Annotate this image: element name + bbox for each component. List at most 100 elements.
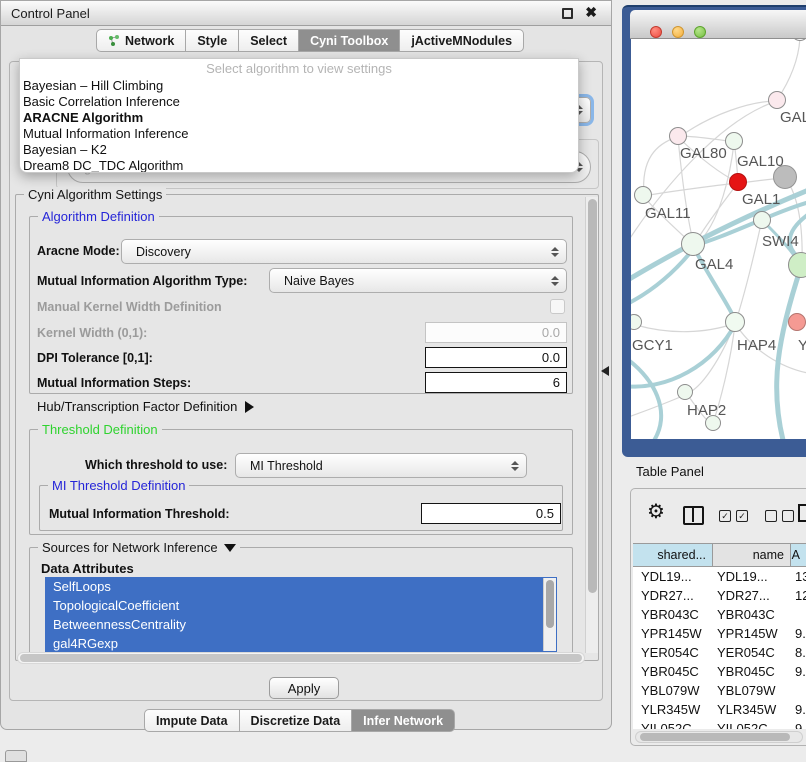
algorithm-option[interactable]: Bayesian – K2 [20,142,578,158]
table-cell: YIL052C [633,721,713,729]
network-node[interactable] [773,165,797,189]
settings-horizontal-scrollbar-thumb[interactable] [20,654,582,662]
close-traffic-light-icon[interactable] [650,26,662,38]
manual-kernel-label: Manual Kernel Width Definition [37,300,222,314]
table-row[interactable]: YPR145WYPR145W9. [633,624,806,643]
tab-infer-network[interactable]: Infer Network [352,709,455,732]
tab-cyni-toolbox[interactable]: Cyni Toolbox [299,29,400,52]
network-node-gal1[interactable] [729,173,747,191]
restore-panel-button[interactable] [5,750,27,762]
network-node[interactable] [788,252,806,278]
algorithm-popup-list: Bayesian – Hill ClimbingBasic Correlatio… [20,78,578,173]
network-node-gal[interactable] [768,91,786,109]
hub-definition-expander[interactable]: Hub/Transcription Factor Definition [37,399,254,414]
mi-threshold-label: Mutual Information Threshold: [49,507,230,521]
network-node[interactable] [791,39,806,41]
network-node-gal11[interactable] [634,186,652,204]
divider-collapse-arrow[interactable] [601,366,609,376]
table-cell: YLR345W [713,702,791,717]
network-node-gal10[interactable] [725,132,743,150]
tab-discretize-data[interactable]: Discretize Data [240,709,353,732]
table-cell: YDR27... [633,588,713,603]
network-node-y[interactable] [788,313,806,331]
table-cell: YER054C [713,645,791,660]
table-row[interactable]: YDL19...YDL19...13 [633,567,806,586]
mi-type-combobox[interactable]: Naive Bayes [269,268,567,293]
table-horizontal-scrollbar[interactable] [635,731,803,743]
network-node-gal4[interactable] [681,232,705,256]
mi-steps-field[interactable]: 6 [425,372,567,393]
apply-button[interactable]: Apply [269,677,339,699]
data-attributes-list[interactable]: SelfLoopsTopologicalCoefficientBetweenne… [45,577,557,652]
settings-vertical-scrollbar-thumb[interactable] [588,199,597,593]
close-icon[interactable]: ✖ [585,4,597,21]
tab-network[interactable]: Network [96,29,186,52]
column-split-icon[interactable] [683,506,704,525]
manual-kernel-checkbox[interactable] [550,299,565,314]
zoom-traffic-light-icon[interactable] [694,26,706,38]
minimize-traffic-light-icon[interactable] [672,26,684,38]
sources-group-title[interactable]: Sources for Network Inference [38,540,240,555]
column-header[interactable]: shared... [633,544,713,566]
attributes-scrollbar-thumb[interactable] [546,580,554,628]
attributes-scrollbar[interactable] [543,578,556,651]
table-row[interactable]: YER054CYER054C8. [633,643,806,662]
tab-jactivemnodules[interactable]: jActiveMNodules [400,29,524,52]
bottom-tabbar: Impute Data Discretize Data Infer Networ… [144,709,455,732]
table-row[interactable]: YLR345WYLR345W9. [633,700,806,719]
table-row[interactable]: YBL079WYBL079W [633,681,806,700]
settings-horizontal-scrollbar[interactable] [17,652,585,664]
table-row[interactable]: YBR045CYBR045C9. [633,662,806,681]
settings-vertical-scrollbar[interactable] [585,197,598,653]
network-node[interactable] [705,415,721,431]
function-builder-icon[interactable] [798,504,806,522]
network-node-swi4[interactable] [753,211,771,229]
tab-select[interactable]: Select [239,29,299,52]
control-panel-titlebar[interactable]: Control Panel ✖ [1,1,611,26]
float-panel-icon[interactable] [562,8,573,19]
node-label: GAL4 [695,256,733,273]
aracne-mode-combobox[interactable]: Discovery [121,239,567,264]
aracne-mode-label: Aracne Mode: [37,244,120,258]
algorithm-option[interactable]: Mutual Information Inference [20,126,578,142]
network-canvas[interactable]: GALGAL80GAL10GAL1GAL11SWI4GAL4GCY1HAP4YH… [631,39,806,439]
data-attribute-item[interactable]: BetweennessCentrality [45,615,557,634]
settings-group-title: Cyni Algorithm Settings [24,187,166,202]
select-all-icon[interactable]: ✓ [736,510,748,522]
table-cell: YDR27... [713,588,791,603]
network-node-gcy1[interactable] [631,314,642,330]
deselect-all-icon[interactable] [765,510,777,522]
which-threshold-combobox[interactable]: MI Threshold [235,453,527,478]
algorithm-option[interactable]: Basic Correlation Inference [20,94,578,110]
sources-title-text: Sources for Network Inference [42,540,218,555]
gear-icon[interactable]: ⚙ [647,502,665,522]
algorithm-option[interactable]: Dream8 DC_TDC Algorithm [20,158,578,173]
kernel-width-field[interactable]: 0.0 [425,322,567,343]
data-attribute-item[interactable]: TopologicalCoefficient [45,596,557,615]
node-label: GAL [780,109,806,126]
select-all-icon[interactable]: ✓ [719,510,731,522]
network-node-hap2[interactable] [677,384,693,400]
table-horizontal-scrollbar-thumb[interactable] [640,733,790,741]
table-row[interactable]: YBR043CYBR043C [633,605,806,624]
collapse-down-icon [224,544,236,552]
deselect-all-icon[interactable] [782,510,794,522]
data-attributes-label: Data Attributes [41,561,134,576]
algorithm-option[interactable]: Bayesian – Hill Climbing [20,78,578,94]
tab-impute-data[interactable]: Impute Data [144,709,240,732]
network-view-titlebar[interactable] [630,10,806,39]
mi-threshold-field[interactable]: 0.5 [421,503,561,524]
algorithm-dropdown-placeholder: Select algorithm to view settings [20,59,578,78]
data-attribute-item[interactable]: gal4RGexp [45,634,557,652]
data-attribute-item[interactable]: SelfLoops [45,577,557,596]
table-body: YDL19...YDL19...13YDR27...YDR27...12YBR0… [633,567,806,729]
column-header[interactable]: A [791,544,806,566]
dpi-tolerance-field[interactable]: 0.0 [425,347,567,368]
table-row[interactable]: YIL052CYIL052C9 [633,719,806,729]
tab-style[interactable]: Style [186,29,239,52]
table-row[interactable]: YDR27...YDR27...12 [633,586,806,605]
network-node-hap4[interactable] [725,312,745,332]
algorithm-option[interactable]: ARACNE Algorithm [20,110,578,126]
column-header[interactable]: name [713,544,791,566]
network-node-gal80[interactable] [669,127,687,145]
